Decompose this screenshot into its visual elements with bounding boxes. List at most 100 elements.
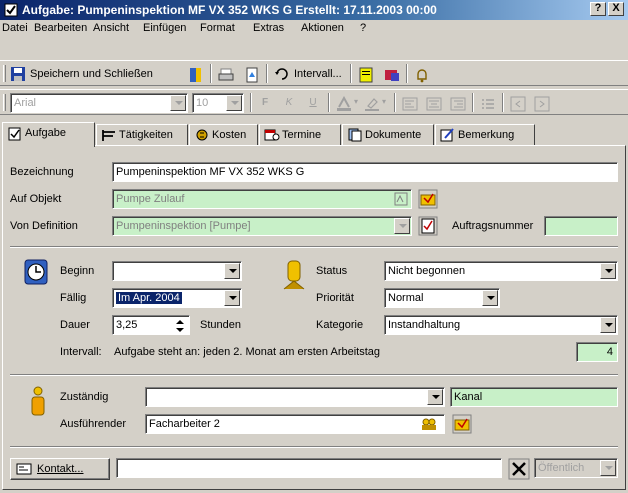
executor-label: Ausführender (60, 418, 127, 430)
close-button[interactable]: X (608, 2, 624, 16)
font-select[interactable]: Arial (10, 93, 188, 113)
chevron-down-icon[interactable]: ▾ (354, 97, 358, 106)
chevron-down-icon[interactable] (600, 263, 616, 279)
contact-input[interactable] (116, 458, 502, 478)
visibility-select[interactable]: Öffentlich (534, 458, 618, 478)
toolbar-grip[interactable] (3, 65, 6, 82)
contact-button-label: Kontakt... (37, 463, 84, 475)
print-icon[interactable] (218, 67, 234, 83)
address-book-icon[interactable] (188, 67, 204, 83)
chevron-down-icon[interactable] (600, 460, 616, 476)
title-bar: Aufgabe: Pumpeninspektion MF VX 352 WKS … (0, 0, 628, 20)
text-color-icon[interactable] (336, 96, 352, 112)
recurrence-button[interactable]: Intervall... (274, 65, 344, 83)
align-right-icon[interactable] (450, 96, 466, 112)
object-field[interactable]: Pumpe Zulauf (112, 189, 412, 209)
chevron-down-icon[interactable] (482, 290, 498, 306)
due-date-select[interactable]: Im Apr. 2004 (112, 288, 242, 308)
start-date-select[interactable] (112, 261, 242, 281)
clock-icon (24, 259, 48, 285)
pick-person-icon[interactable] (420, 417, 438, 431)
open-executor-icon[interactable] (452, 414, 472, 434)
assign-task-icon[interactable] (384, 67, 400, 83)
duration-input[interactable]: 3,25 (112, 315, 190, 335)
tab-dokumente[interactable]: Dokumente (342, 124, 434, 146)
divider (10, 374, 618, 376)
object-picker-icon[interactable] (394, 192, 408, 206)
chevron-down-icon[interactable] (224, 263, 240, 279)
priority-label: Priorität (316, 292, 354, 304)
toolbar-separator (502, 93, 504, 112)
clear-contact-icon[interactable] (508, 458, 530, 480)
tab-aufgabe[interactable]: Aufgabe (2, 122, 95, 147)
standard-toolbar: Speichern und Schließen Intervall... (0, 60, 628, 86)
duration-spinner-icon[interactable] (173, 317, 187, 335)
open-object-icon[interactable] (418, 189, 438, 209)
status-select[interactable]: Nicht begonnen (384, 261, 618, 281)
bold-button[interactable]: F (256, 94, 274, 112)
menu-einfuegen[interactable]: Einfügen (143, 22, 186, 34)
chevron-down-icon[interactable] (427, 389, 443, 405)
highlight-icon[interactable] (364, 96, 380, 112)
font-value: Arial (14, 97, 37, 109)
chevron-down-icon[interactable]: ▾ (382, 97, 386, 106)
activities-icon (102, 130, 115, 141)
chevron-down-icon[interactable] (600, 317, 616, 333)
menu-extras[interactable]: Extras (253, 22, 284, 34)
priority-select[interactable]: Normal (384, 288, 500, 308)
duration-value: 3,25 (116, 319, 138, 331)
documents-icon (348, 128, 362, 142)
chevron-down-icon[interactable] (170, 95, 186, 111)
category-label: Kategorie (316, 319, 364, 331)
align-left-icon[interactable] (402, 96, 418, 112)
menu-bearbeiten[interactable]: Bearbeiten (34, 22, 87, 34)
italic-button[interactable]: K (280, 94, 298, 112)
bullets-icon[interactable] (480, 96, 496, 112)
reminder-bell-icon[interactable] (414, 67, 430, 83)
decrease-indent-icon[interactable] (510, 96, 526, 112)
contact-button[interactable]: Kontakt... (10, 458, 110, 480)
start-label: Beginn (60, 265, 95, 277)
chevron-down-icon[interactable] (394, 218, 410, 234)
tab-bemerkung[interactable]: Bemerkung (435, 124, 535, 146)
menu-help[interactable]: ? (360, 22, 366, 34)
order-number-field[interactable] (544, 216, 618, 236)
channel-value: Kanal (454, 391, 483, 403)
subject-input[interactable]: Pumpeninspektion MF VX 352 WKS G (112, 162, 618, 182)
interval-number-field[interactable]: 4 (576, 342, 618, 362)
help-button[interactable]: ? (590, 2, 606, 16)
category-select[interactable]: Instandhaltung (384, 315, 618, 335)
remark-icon (440, 128, 454, 142)
executor-field[interactable]: Facharbeiter 2 (145, 414, 445, 434)
increase-indent-icon[interactable] (534, 96, 550, 112)
tab-kosten[interactable]: Kosten (189, 124, 258, 146)
channel-field[interactable]: Kanal (450, 387, 618, 407)
toolbar-grip[interactable] (3, 94, 6, 111)
contact-card-icon (16, 463, 32, 475)
tab-taetigkeiten[interactable]: Tätigkeiten (96, 124, 188, 146)
status-value: Nicht begonnen (388, 265, 466, 277)
underline-button[interactable]: U (304, 94, 322, 112)
tab-label: Bemerkung (458, 129, 515, 141)
menu-datei[interactable]: Datei (2, 22, 28, 34)
priority-value: Normal (388, 292, 424, 304)
menu-aktionen[interactable]: Aktionen (301, 22, 344, 34)
definition-field[interactable]: Pumpeninspektion [Pumpe] (112, 216, 412, 236)
recurrence-icon (275, 68, 288, 80)
subject-label: Bezeichnung (10, 166, 74, 178)
menu-ansicht[interactable]: Ansicht (93, 22, 129, 34)
tab-termine[interactable]: Termine (259, 124, 341, 146)
chevron-down-icon[interactable] (226, 95, 242, 111)
interval-label: Intervall: (60, 346, 102, 358)
tab-label: Kosten (212, 129, 247, 141)
open-definition-icon[interactable] (418, 216, 438, 236)
chevron-down-icon[interactable] (224, 290, 240, 306)
responsible-select[interactable] (145, 387, 445, 407)
insert-file-icon[interactable] (244, 67, 260, 83)
save-close-button[interactable]: Speichern und Schließen (10, 65, 182, 83)
menu-format[interactable]: Format (200, 22, 235, 34)
toolbar-separator (406, 64, 408, 83)
font-size-select[interactable]: 10 (192, 93, 244, 113)
align-center-icon[interactable] (426, 96, 442, 112)
mark-complete-icon[interactable] (358, 67, 374, 83)
